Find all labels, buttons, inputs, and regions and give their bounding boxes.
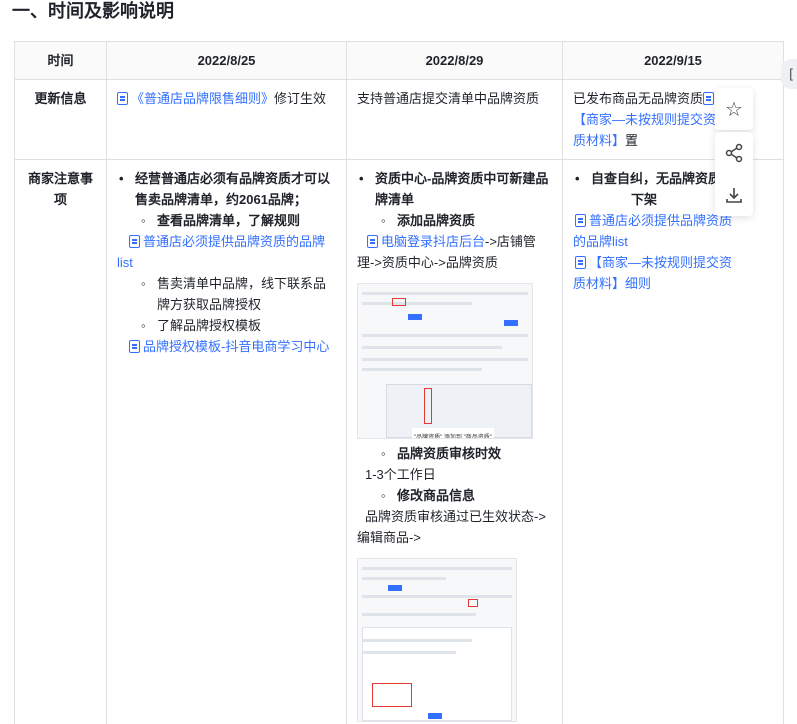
floating-toolbar: ☆ [715,88,753,130]
list-item: 修改商品信息 [357,485,552,506]
doc-icon [575,214,586,227]
table-row-notes: 商家注意事项 经营普通店必须有品牌资质才可以售卖品牌清单，约2061品牌； 查看… [14,159,784,724]
row-label-update: 更新信息 [14,79,107,160]
doc-icon [129,235,140,248]
download-icon[interactable] [715,174,753,216]
row-label-notes: 商家注意事项 [14,159,107,724]
cell-notes-3: 自查自纠，无品牌资质下架 普通店必须提供品牌资质的品牌list 【商家—未按规则… [562,159,784,724]
path-text: 电脑登录抖店后台->店铺管理->资质中心->品牌资质 [357,234,536,270]
list-item: 了解品牌授权模板 [117,315,336,336]
header-date-2: 2022/8/29 [346,41,563,80]
list-item: 经营普通店必须有品牌资质才可以售卖品牌清单，约2061品牌； [117,168,336,210]
list-item: 添加品牌资质 [357,210,552,231]
star-icon[interactable]: ☆ [715,88,753,130]
rule-doc-link[interactable]: 《普通店品牌限售细则》 [117,91,274,106]
screenshot-caption: "品牌资质" 添加到 "商品资质" [412,428,494,438]
expand-sidebar-handle[interactable]: [ [781,59,797,89]
cell-text: 修订生效 [274,91,327,106]
merchant-rule-link-2[interactable]: 【商家—未按规则提交资质材料】细则 [573,252,743,294]
cell-text: 已发布商品无品牌资质 [573,91,704,106]
header-date-3: 2022/9/15 [562,41,784,80]
edit-product-text: 品牌资质审核通过已生效状态->编辑商品-> [357,509,546,545]
floating-toolbar-2 [715,132,753,216]
table-header-row: 时间 2022/8/25 2022/8/29 2022/9/15 [14,41,784,80]
screenshot-qualification-center: "品牌资质" 添加到 "商品资质" [357,283,533,439]
cell-notes-2: 资质中心-品牌资质中可新建品牌清单 添加品牌资质 电脑登录抖店后台->店铺管理-… [346,159,563,724]
cell-text: 置 [625,133,639,148]
impact-table: 时间 2022/8/25 2022/8/29 2022/9/15 更新信息 《普… [14,41,784,724]
review-time-text: 1-3个工作日 [365,467,436,482]
doc-icon [703,92,715,105]
doc-icon [117,92,128,105]
table-row-update: 更新信息 《普通店品牌限售细则》修订生效 支持普通店提交清单中品牌资质 已发布商… [14,79,784,160]
share-icon[interactable] [715,132,753,174]
list-item: 查看品牌清单，了解规则 [117,210,336,231]
brand-list-link-2[interactable]: 普通店必须提供品牌资质的品牌list [573,210,743,252]
auth-template-link[interactable]: 品牌授权模板-抖音电商学习中心 [117,336,336,357]
screenshot-edit-product [357,558,517,722]
doc-icon [367,235,378,248]
list-item: 资质中心-品牌资质中可新建品牌清单 [357,168,552,210]
cell-update-2: 支持普通店提交清单中品牌资质 [346,79,563,160]
section-title: 一、时间及影响说明 [12,1,174,21]
header-time: 时间 [14,41,107,80]
brand-list-link[interactable]: 普通店必须提供品牌资质的品牌list [117,231,336,273]
list-item: 品牌资质审核时效 [357,443,552,464]
cell-notes-1: 经营普通店必须有品牌资质才可以售卖品牌清单，约2061品牌； 查看品牌清单，了解… [106,159,347,724]
list-item: 售卖清单中品牌，线下联系品牌方获取品牌授权 [117,273,336,315]
doc-icon [575,256,586,269]
cell-update-1: 《普通店品牌限售细则》修订生效 [106,79,347,160]
backend-link[interactable]: 电脑登录抖店后台 [367,234,485,249]
header-date-1: 2022/8/25 [106,41,347,80]
doc-icon [129,340,140,353]
